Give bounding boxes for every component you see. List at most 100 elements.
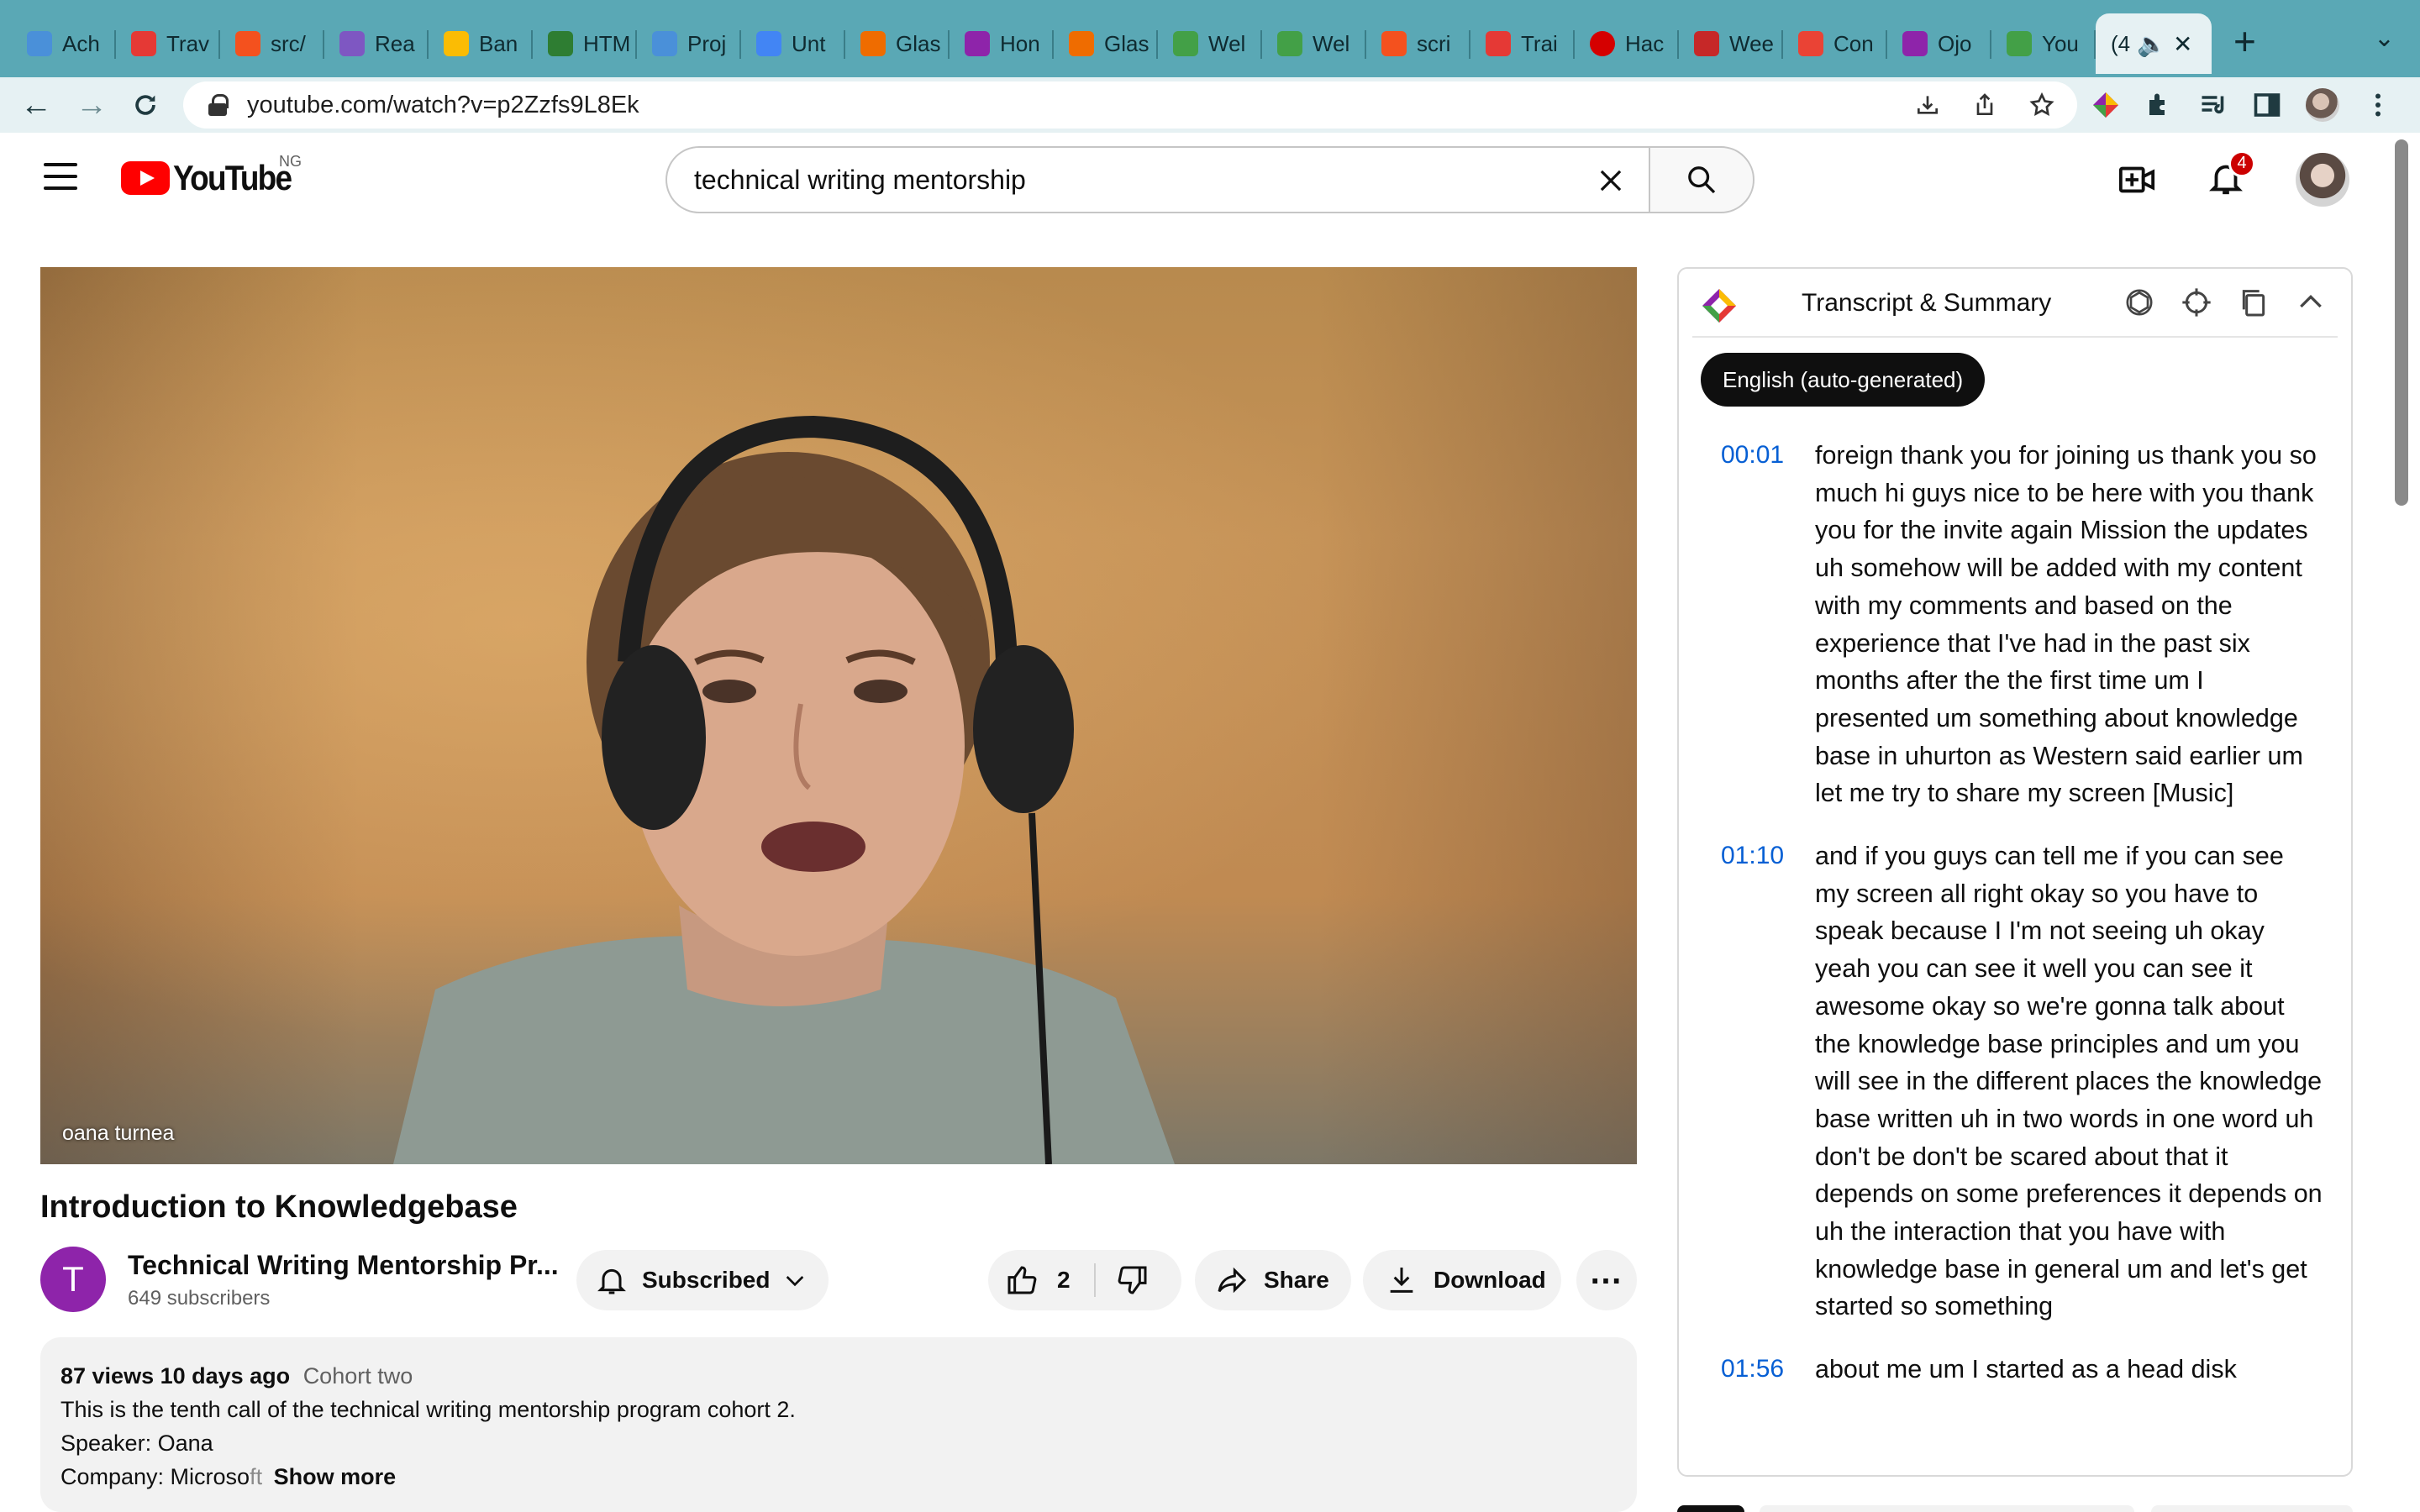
profile-avatar[interactable] xyxy=(2306,88,2339,122)
chip-peek[interactable] xyxy=(1677,1505,1744,1512)
clear-search-icon[interactable] xyxy=(1595,165,1627,197)
browser-tab[interactable]: You xyxy=(1991,13,2096,74)
kebab-menu-icon[interactable] xyxy=(2363,90,2393,120)
share-button[interactable]: Share xyxy=(1195,1250,1351,1310)
browser-tab[interactable]: Ojo xyxy=(1887,13,1991,74)
speaker-icon[interactable]: 🔈 xyxy=(2137,30,2166,58)
browser-tab[interactable]: Wee xyxy=(1679,13,1783,74)
description-fade-text: ft xyxy=(250,1464,263,1489)
tab-favicon xyxy=(1277,31,1302,56)
browser-tab[interactable]: Hon xyxy=(950,13,1054,74)
copy-icon[interactable] xyxy=(2237,286,2270,319)
browser-tab[interactable]: Rea xyxy=(324,13,429,74)
side-panel-icon[interactable] xyxy=(2252,90,2282,120)
segment-text: about me um I started as a head disk xyxy=(1815,1355,2237,1384)
tab-favicon xyxy=(1694,31,1719,56)
language-chip[interactable]: English (auto-generated) xyxy=(1701,353,1986,407)
install-icon[interactable] xyxy=(1914,92,1941,118)
channel-avatar[interactable]: T xyxy=(40,1247,106,1312)
view-stats: 87 views 10 days ago xyxy=(60,1363,291,1389)
notifications-button[interactable]: 4 xyxy=(2207,150,2255,202)
subscriber-count: 649 subscribers xyxy=(128,1287,271,1310)
share-page-icon[interactable] xyxy=(1971,92,1998,118)
forward-button[interactable]: → xyxy=(72,86,111,124)
media-control-icon[interactable] xyxy=(2198,90,2228,120)
chatgpt-icon[interactable] xyxy=(2123,286,2156,319)
channel-name[interactable]: Technical Writing Mentorship Pr... xyxy=(128,1250,559,1281)
guide-menu-icon[interactable] xyxy=(44,163,77,190)
chip-peek[interactable] xyxy=(2151,1505,2353,1512)
browser-tab[interactable]: src/ xyxy=(220,13,324,74)
page-scrollbar[interactable] xyxy=(2395,139,2408,506)
address-bar[interactable]: youtube.com/watch?v=p2Zzfs9L8Ek xyxy=(183,81,2077,129)
browser-tab[interactable]: Wel xyxy=(1262,13,1366,74)
download-button[interactable]: Download xyxy=(1363,1250,1561,1310)
transcript-segments: 00:01 foreign thank you for joining us t… xyxy=(1679,437,2351,1414)
description-line: Speaker: Oana xyxy=(60,1431,213,1456)
search-query: technical writing mentorship xyxy=(694,164,1026,195)
new-tab-button[interactable]: + xyxy=(2233,18,2256,64)
tab-favicon xyxy=(131,31,156,56)
dislike-button[interactable] xyxy=(1116,1263,1150,1303)
create-video-icon[interactable] xyxy=(2118,160,2156,199)
browser-tab-active[interactable]: (4 🔈 ✕ xyxy=(2096,13,2212,74)
tab-favicon xyxy=(860,31,886,56)
hashtag-cohort[interactable]: Cohort two xyxy=(303,1363,413,1389)
thumbs-up-icon xyxy=(1007,1266,1037,1294)
show-more-button[interactable]: Show more xyxy=(274,1464,397,1489)
tab-favicon xyxy=(1798,31,1823,56)
search-button[interactable] xyxy=(1649,146,1754,213)
transcript-segment[interactable]: 00:01 foreign thank you for joining us t… xyxy=(1679,437,2351,812)
segment-timestamp[interactable]: 01:10 xyxy=(1721,837,1815,1326)
youtube-masthead: YouTube NG technical writing mentorship … xyxy=(0,133,2420,227)
browser-tab[interactable]: Ach xyxy=(12,13,116,74)
browser-tab[interactable]: Con xyxy=(1783,13,1887,74)
transcript-header: Transcript & Summary xyxy=(1679,269,2351,336)
description-box[interactable]: 87 views 10 days ago Cohort two This is … xyxy=(40,1337,1637,1512)
subscribed-button[interactable]: Subscribed xyxy=(576,1250,829,1310)
like-button[interactable]: 2 xyxy=(1005,1263,1071,1297)
tab-search-icon[interactable]: ⌄ xyxy=(2374,24,2395,53)
back-button[interactable]: ← xyxy=(17,86,55,124)
transcript-panel: Transcript & Summary English (auto-gener… xyxy=(1677,267,2353,1477)
reload-icon xyxy=(135,95,155,115)
crosshair-icon[interactable] xyxy=(2180,286,2213,319)
notification-count-badge: 4 xyxy=(2228,150,2255,177)
search-input[interactable]: technical writing mentorship xyxy=(666,146,1650,213)
like-divider xyxy=(1094,1263,1096,1297)
chevron-up-icon[interactable] xyxy=(2294,286,2328,319)
tab-favicon xyxy=(756,31,781,56)
browser-tab[interactable]: scri xyxy=(1366,13,1470,74)
transcript-segment[interactable]: 01:10 and if you guys can tell me if you… xyxy=(1679,837,2351,1326)
video-player[interactable]: oana turnea xyxy=(40,267,1637,1164)
transcript-segment[interactable]: 01:56 about me um I started as a head di… xyxy=(1679,1351,2351,1389)
browser-toolbar: ← → youtube.com/watch?v=p2Zzfs9L8Ek xyxy=(0,77,2420,133)
more-actions-button[interactable]: … xyxy=(1576,1250,1637,1310)
browser-tab[interactable]: Unt xyxy=(741,13,845,74)
bookmark-star-icon[interactable] xyxy=(2028,92,2055,118)
account-avatar[interactable] xyxy=(2296,153,2349,207)
browser-tab[interactable]: Glas xyxy=(1054,13,1158,74)
browser-tab[interactable]: Hac xyxy=(1575,13,1679,74)
extension-diamond-icon[interactable] xyxy=(2091,90,2121,120)
segment-timestamp[interactable]: 00:01 xyxy=(1721,437,1815,812)
browser-tab[interactable]: HTM xyxy=(533,13,637,74)
browser-tab[interactable]: Glas xyxy=(845,13,950,74)
tab-favicon xyxy=(235,31,260,56)
extensions-puzzle-icon[interactable] xyxy=(2144,90,2175,120)
thumbs-down-icon xyxy=(1118,1266,1147,1294)
segment-timestamp[interactable]: 01:56 xyxy=(1721,1351,1815,1389)
browser-tab-strip: Ach Trav src/ Rea Ban HTM Proj Unt Glas … xyxy=(0,0,2420,77)
tab-favicon xyxy=(1902,31,1928,56)
browser-tab[interactable]: Trav xyxy=(116,13,220,74)
video-title: Introduction to Knowledgebase xyxy=(40,1189,518,1225)
browser-tab[interactable]: Trai xyxy=(1470,13,1575,74)
close-tab-icon[interactable]: ✕ xyxy=(2173,30,2192,58)
browser-tab[interactable]: Proj xyxy=(637,13,741,74)
reload-button[interactable] xyxy=(126,86,165,124)
browser-tab[interactable]: Wel xyxy=(1158,13,1262,74)
browser-tab[interactable]: Ban xyxy=(429,13,533,74)
chip-peek[interactable] xyxy=(1760,1505,2134,1512)
participant-name-overlay: oana turnea xyxy=(62,1121,175,1145)
tab-favicon xyxy=(1381,31,1407,56)
